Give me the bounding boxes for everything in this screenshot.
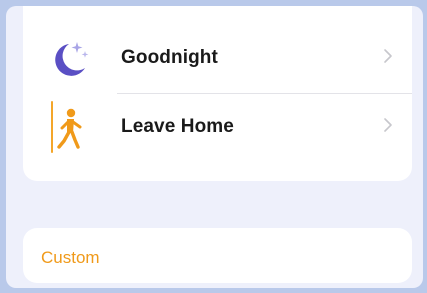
shortcuts-screen: Goodnight Leave Home Custom bbox=[6, 6, 423, 288]
shortcut-label: Leave Home bbox=[121, 116, 234, 137]
shortcut-row-goodnight[interactable]: Goodnight bbox=[23, 24, 412, 92]
moon-stars-icon bbox=[47, 38, 89, 78]
chevron-right-icon bbox=[384, 118, 392, 132]
window-frame: Goodnight Leave Home Custom bbox=[0, 0, 427, 293]
chevron-right-icon bbox=[384, 49, 392, 63]
custom-link[interactable]: Custom bbox=[41, 248, 100, 268]
shortcut-label: Goodnight bbox=[121, 47, 218, 68]
shortcuts-card: Goodnight Leave Home bbox=[23, 6, 412, 181]
shortcut-row-leave-home[interactable]: Leave Home bbox=[23, 93, 412, 161]
row-divider bbox=[117, 93, 412, 94]
walking-person-icon bbox=[47, 107, 87, 149]
custom-card[interactable]: Custom bbox=[23, 228, 412, 283]
